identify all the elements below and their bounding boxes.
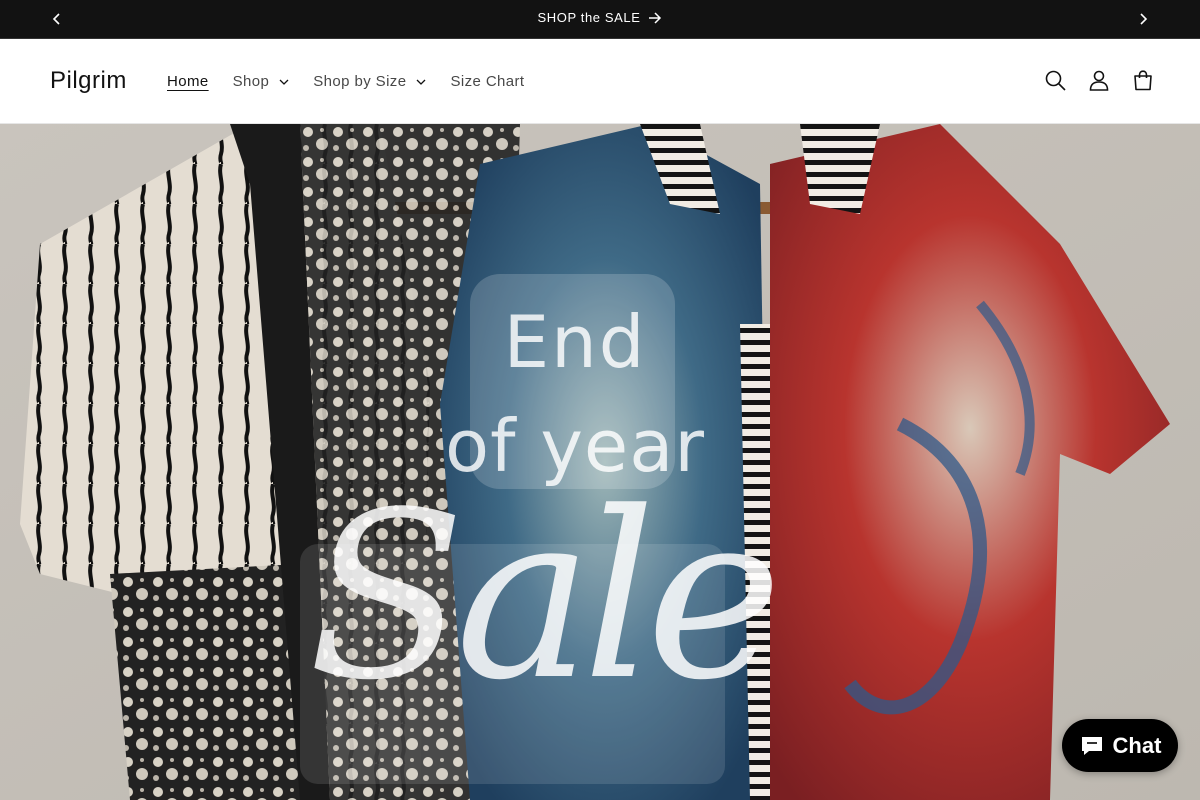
nav-item-label: Home <box>167 73 209 90</box>
nav-item-label: Shop by Size <box>313 73 407 90</box>
chat-bubble-icon <box>1081 736 1102 755</box>
nav-item-shop[interactable]: Shop <box>233 73 290 90</box>
search-button[interactable] <box>1044 69 1066 91</box>
hero-banner[interactable]: End of year Sale <box>0 124 1200 800</box>
announcement-next-button[interactable] <box>1133 9 1153 29</box>
chevron-right-icon <box>1140 13 1148 25</box>
nav-item-label: Shop <box>232 73 270 90</box>
chevron-down-icon <box>416 77 426 87</box>
hero-image <box>0 124 1200 800</box>
nav-item-home[interactable]: Home <box>167 73 209 90</box>
header-icons <box>1044 69 1154 91</box>
nav-item-label: Size Chart <box>450 73 525 90</box>
chat-label: Chat <box>1112 732 1162 758</box>
main-nav: Home Shop Shop by Size Size Chart <box>167 73 549 90</box>
account-button[interactable] <box>1088 69 1110 91</box>
announcement-link[interactable]: SHOP the SALE <box>538 10 641 25</box>
nav-item-shop-by-size[interactable]: Shop by Size <box>313 73 426 90</box>
search-icon <box>1045 70 1066 91</box>
account-icon <box>1089 70 1109 91</box>
site-logo[interactable]: Pilgrim <box>50 67 127 95</box>
announcement-bar: SHOP the SALE <box>0 0 1200 39</box>
announcement-message[interactable]: SHOP the SALE <box>0 10 1200 25</box>
site-header: Pilgrim Home Shop Shop by Size Size Char… <box>0 39 1200 124</box>
chat-button[interactable]: Chat <box>1062 719 1178 772</box>
nav-item-size-chart[interactable]: Size Chart <box>450 73 524 90</box>
cart-icon <box>1134 69 1152 90</box>
arrow-right-icon <box>649 11 662 24</box>
chevron-down-icon <box>279 77 289 87</box>
cart-button[interactable] <box>1132 69 1154 91</box>
